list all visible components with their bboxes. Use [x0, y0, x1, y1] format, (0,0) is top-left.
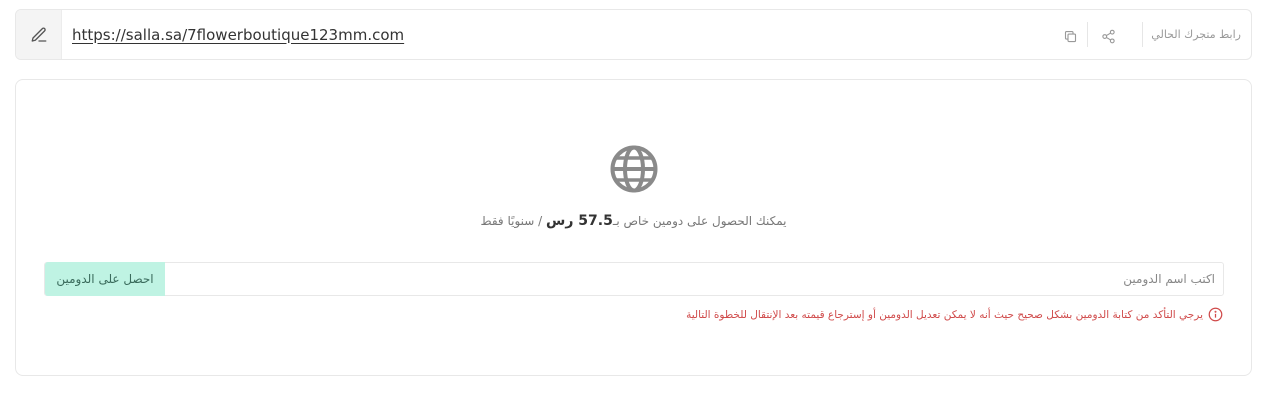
share-icon	[1101, 29, 1115, 43]
info-circle-icon	[1208, 307, 1223, 322]
warning-text: يرجي التأكد من كتابة الدومين بشكل صحيح ح…	[686, 308, 1203, 321]
get-domain-button[interactable]: احصل على الدومين	[45, 262, 165, 296]
offer-suffix: / سنويًا فقط	[480, 214, 547, 228]
divider	[1142, 22, 1143, 47]
domain-name-input[interactable]	[165, 263, 1223, 295]
globe-icon	[610, 145, 658, 193]
share-url-button[interactable]	[1096, 24, 1120, 48]
current-store-link-label: رابط متجرك الحالي	[1151, 28, 1241, 41]
copy-icon	[1064, 30, 1076, 42]
domain-form: احصل على الدومين	[44, 262, 1224, 296]
divider	[1087, 22, 1088, 47]
copy-url-button[interactable]	[1058, 24, 1082, 48]
edit-url-button[interactable]	[16, 10, 62, 59]
offer-price: 57.5 رس	[546, 213, 613, 229]
store-url-bar: https://salla.sa/7flowerboutique123mm.co…	[15, 9, 1252, 60]
edit-pencil-icon	[31, 27, 46, 42]
store-url-link[interactable]: https://salla.sa/7flowerboutique123mm.co…	[72, 10, 404, 59]
domain-offer-text: يمكنك الحصول على دومين خاص بـ57.5 رس / س…	[16, 213, 1251, 229]
custom-domain-card: يمكنك الحصول على دومين خاص بـ57.5 رس / س…	[15, 79, 1252, 376]
offer-prefix: يمكنك الحصول على دومين خاص بـ	[612, 214, 787, 228]
domain-warning: يرجي التأكد من كتابة الدومين بشكل صحيح ح…	[686, 307, 1223, 322]
